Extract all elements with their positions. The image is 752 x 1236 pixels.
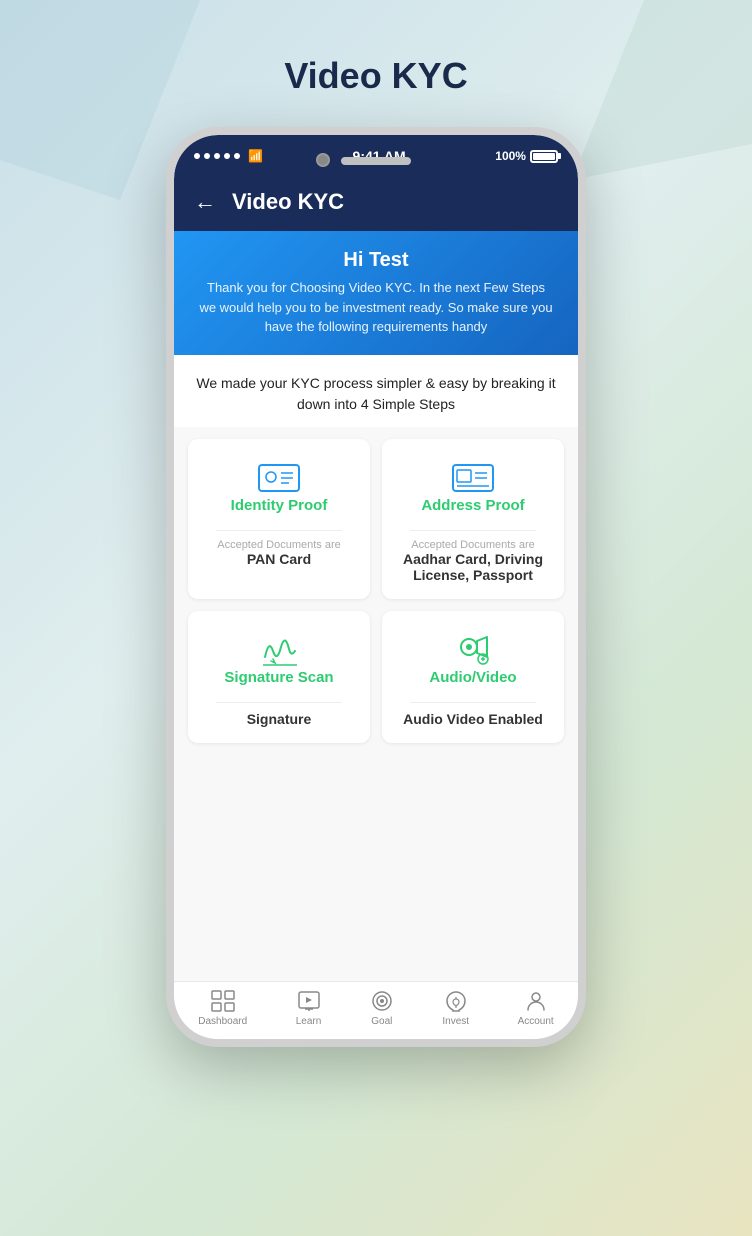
step-card-address[interactable]: Address Proof Accepted Documents are Aad… <box>382 439 564 599</box>
address-divider <box>410 530 536 531</box>
signal-dot-1 <box>194 153 200 159</box>
address-proof-icon <box>449 457 497 497</box>
nav-item-dashboard[interactable]: Dashboard <box>198 990 247 1027</box>
dashboard-label: Dashboard <box>198 1016 247 1027</box>
battery-fill <box>533 153 555 160</box>
audio-video-icon <box>449 629 497 669</box>
bg-decoration-right <box>572 0 752 180</box>
nav-item-learn[interactable]: Learn <box>296 990 322 1027</box>
account-label: Account <box>518 1016 554 1027</box>
steps-grid: Identity Proof Accepted Documents are PA… <box>174 427 578 755</box>
learn-icon <box>297 990 321 1012</box>
scroll-content[interactable]: We made your KYC process simpler & easy … <box>174 355 578 982</box>
step-card-signature[interactable]: Signature Scan Signature <box>188 611 370 743</box>
header-title: Video KYC <box>232 189 344 215</box>
status-bar: 📶 9:41 AM 100% <box>174 135 578 177</box>
phone-btn-vol-up <box>166 305 168 365</box>
signal-dot-5 <box>234 153 240 159</box>
step-card-video[interactable]: Audio/Video Audio Video Enabled <box>382 611 564 743</box>
signature-label: Signature Scan <box>224 669 333 686</box>
battery-area: 100% <box>495 149 558 163</box>
invest-label: Invest <box>442 1016 469 1027</box>
bottom-nav: Dashboard Learn Goal <box>174 981 578 1039</box>
identity-proof-icon <box>255 457 303 497</box>
dashboard-icon <box>211 990 235 1012</box>
wifi-icon: 📶 <box>248 149 263 163</box>
signal-dot-3 <box>214 153 220 159</box>
nav-item-account[interactable]: Account <box>518 990 554 1027</box>
video-doc: Audio Video Enabled <box>403 711 543 727</box>
signature-divider <box>216 702 342 703</box>
phone-camera <box>316 153 330 167</box>
step-card-identity[interactable]: Identity Proof Accepted Documents are PA… <box>188 439 370 599</box>
video-divider <box>410 702 536 703</box>
nav-item-invest[interactable]: Invest <box>442 990 469 1027</box>
identity-divider <box>216 530 342 531</box>
back-button[interactable]: ← <box>194 189 216 215</box>
signal-dot-4 <box>224 153 230 159</box>
battery-percentage: 100% <box>495 149 526 163</box>
greeting-text: Thank you for Choosing Video KYC. In the… <box>198 278 554 337</box>
identity-doc: PAN Card <box>247 551 311 567</box>
signal-dot-2 <box>204 153 210 159</box>
phone-speaker <box>341 157 411 165</box>
app-header: ← Video KYC <box>174 177 578 231</box>
phone-btn-power <box>584 315 586 395</box>
signature-scan-icon <box>255 629 303 669</box>
goal-label: Goal <box>371 1016 392 1027</box>
phone-btn-vol-down <box>166 380 168 440</box>
signature-doc: Signature <box>247 711 312 727</box>
identity-label: Identity Proof <box>231 497 328 514</box>
kyc-subtitle: We made your KYC process simpler & easy … <box>174 355 578 427</box>
address-doc: Aadhar Card, Driving License, Passport <box>394 551 552 583</box>
signal-area: 📶 <box>194 149 263 163</box>
video-label: Audio/Video <box>429 669 516 686</box>
greeting-banner: Hi Test Thank you for Choosing Video KYC… <box>174 231 578 355</box>
address-accepted: Accepted Documents are <box>411 539 535 551</box>
learn-label: Learn <box>296 1016 322 1027</box>
phone-screen: 📶 9:41 AM 100% ← Video KYC Hi Test Thank… <box>174 135 578 1039</box>
account-icon <box>524 990 548 1012</box>
greeting-name: Hi Test <box>198 249 554 272</box>
address-label: Address Proof <box>421 497 524 514</box>
goal-icon <box>370 990 394 1012</box>
battery-bar <box>530 150 558 163</box>
phone-btn-silent <box>166 255 168 290</box>
phone-frame: 📶 9:41 AM 100% ← Video KYC Hi Test Thank… <box>166 127 586 1047</box>
page-title: Video KYC <box>284 55 467 97</box>
nav-item-goal[interactable]: Goal <box>370 990 394 1027</box>
identity-accepted: Accepted Documents are <box>217 539 341 551</box>
invest-icon <box>444 990 468 1012</box>
